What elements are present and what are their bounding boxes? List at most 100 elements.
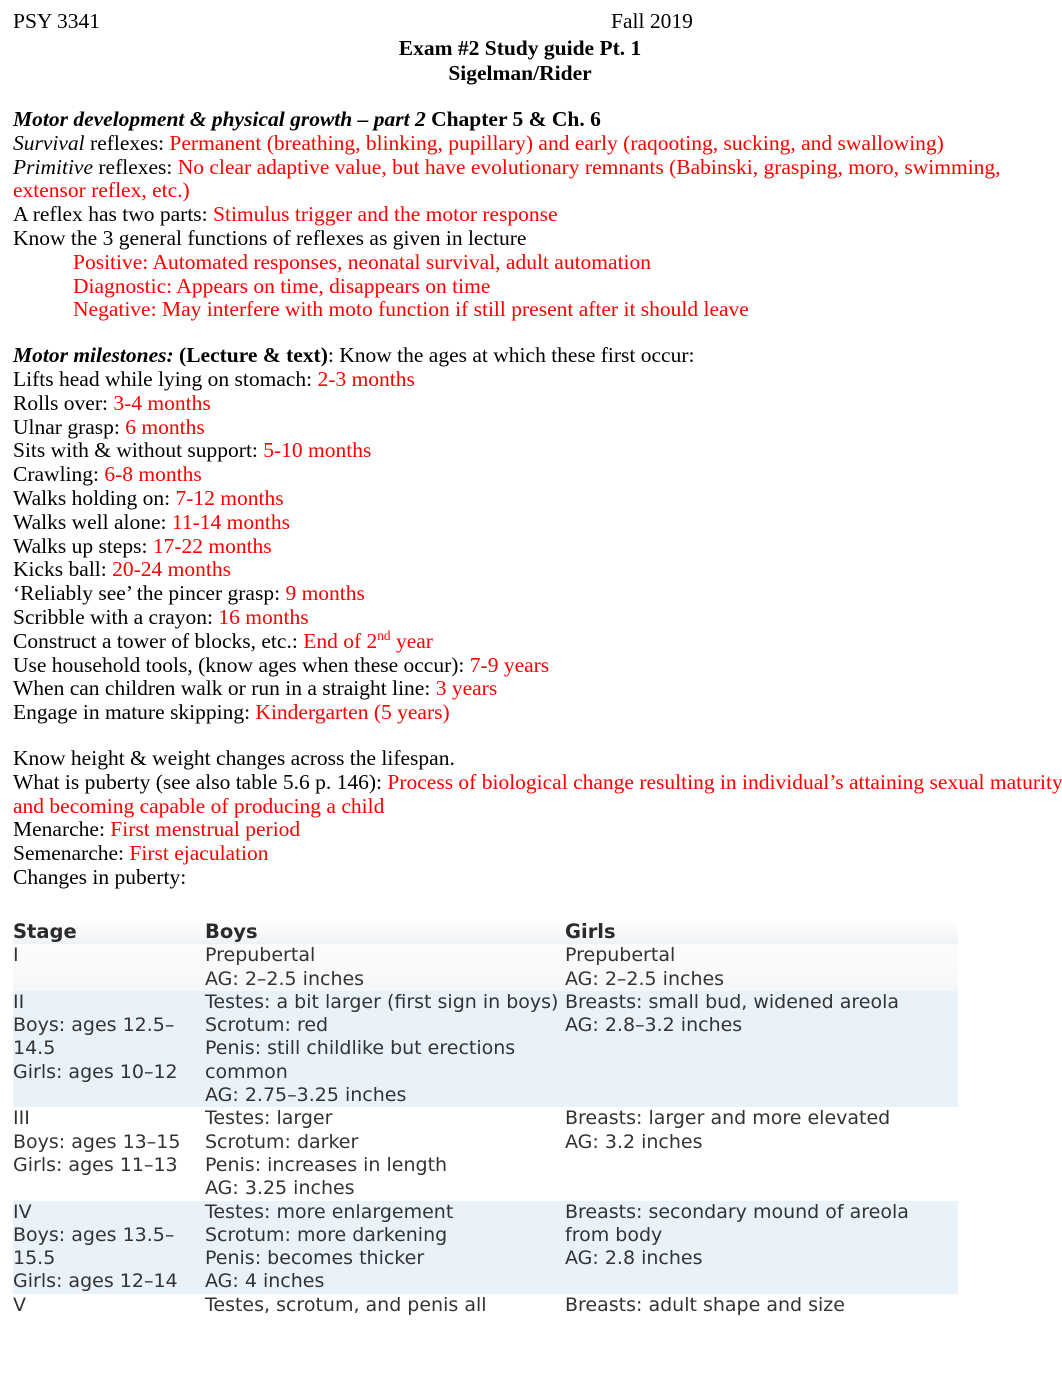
milestone-label: Ulnar grasp: (13, 414, 126, 439)
milestone-item: Ulnar grasp: 6 months (13, 414, 1062, 440)
title-line-2: Sigelman/Rider (448, 61, 592, 85)
height-weight-line: Know height & weight changes across the … (13, 745, 455, 770)
cell-boys: Testes, scrotum, and penis all (205, 1293, 487, 1316)
term-label: Fall 2019 (611, 9, 693, 33)
milestone-label: Sits with & without support: (13, 438, 264, 463)
survival-label-italic: Survival (13, 130, 85, 155)
milestones-heading-bold: (Lecture & text) (173, 343, 328, 368)
cell-boys: Testes: a bit larger (first sign in boys… (205, 990, 559, 1107)
milestone-answer: 5-10 months (263, 438, 372, 463)
milestone-answer: 3 years (435, 676, 498, 701)
milestone-label: Use household tools, (know ages when the… (13, 652, 470, 677)
milestone-item: Walks holding on: 7-12 months (13, 485, 1062, 511)
milestone-answer: 6 months (125, 414, 205, 439)
milestone-label: Walks holding on: (13, 485, 176, 510)
milestone-answer-superscript: nd (377, 627, 391, 643)
milestone-answer: 9 months (285, 581, 365, 606)
survival-label-rest: reflexes: (84, 130, 170, 155)
milestone-answer: 17-22 months (152, 533, 272, 558)
milestone-item: Sits with & without support: 5-10 months (13, 438, 1062, 463)
milestone-answer: End of 2 (303, 628, 378, 653)
milestone-label: Walks up steps: (13, 533, 153, 558)
table-row: V Testes, scrotum, and penis all Breasts… (13, 1293, 958, 1318)
milestone-item: Rolls over: 3-4 months (13, 390, 1062, 416)
milestone-answer: 2-3 months (317, 366, 415, 391)
milestone-label: Lifts head while lying on stomach: (13, 366, 318, 391)
primitive-label-italic: Primitive (13, 154, 94, 179)
two-parts-label: A reflex has two parts: (13, 202, 214, 227)
milestones-heading-rest: : Know the ages at which these first occ… (327, 343, 695, 368)
table-row: IV Boys: ages 13.5–15.5 Girls: ages 12–1… (13, 1200, 958, 1294)
milestone-label: Engage in mature skipping: (13, 700, 256, 725)
cell-boys: Testes: more enlargement Scrotum: more d… (205, 1200, 454, 1293)
motor-dev-heading-italic: Motor development & physical growth – pa… (13, 107, 426, 131)
milestone-label: Walks well alone: (13, 509, 172, 534)
document-title: Exam #2 Study guide Pt. 1 Sigelman/Rider (0, 36, 1040, 86)
title-line-1: Exam #2 Study guide Pt. 1 (398, 36, 642, 60)
primitive-label-rest: reflexes: (93, 154, 178, 179)
reflex-function-negative: Negative: May interfere with moto functi… (73, 297, 749, 322)
cell-boys: Testes: larger Scrotum: darker Penis: in… (205, 1107, 448, 1200)
milestone-item: Scribble with a crayon: 16 months (13, 604, 1062, 630)
cell-stage: III Boys: ages 13–15 Girls: ages 11–13 (13, 1107, 181, 1176)
milestone-label: Kicks ball: (13, 557, 113, 582)
semenarche-answer: First ejaculation (129, 841, 269, 866)
milestone-item: Construct a tower of blocks, etc.: End o… (13, 627, 1062, 654)
cell-boys: Prepubertal AG: 2–2.5 inches (205, 944, 365, 990)
survival-answer: Permanent (breathing, blinking, pupillar… (169, 130, 944, 155)
cell-girls: Breasts: small bud, widened areola AG: 2… (565, 990, 900, 1037)
cell-girls: Prepubertal AG: 2–2.5 inches (565, 944, 725, 990)
section-heading-motor-milestones: Motor milestones: (Lecture & text): Know… (13, 343, 1062, 368)
motor-dev-heading-rest: Chapter 5 & Ch. 6 (425, 107, 601, 131)
milestone-item: Lifts head while lying on stomach: 2-3 m… (13, 366, 1062, 392)
table-header-row: Stage Boys Girls (13, 920, 958, 945)
table-row: I Prepubertal AG: 2–2.5 inches Prepubert… (13, 944, 958, 991)
reflex-function-positive: Positive: Automated responses, neonatal … (73, 249, 652, 274)
what-is-puberty-line: What is puberty (see also table 5.6 p. 1… (13, 769, 1062, 819)
cell-stage: I (13, 944, 19, 967)
milestone-item: Kicks ball: 20-24 months (13, 557, 1062, 582)
survival-reflexes-line: Survival reflexes: Permanent (breathing,… (13, 130, 1062, 156)
milestone-label: Crawling: (13, 462, 105, 487)
milestone-answer: 16 months (218, 604, 309, 629)
cell-girls: Breasts: secondary mound of areola from … (565, 1200, 909, 1270)
milestone-label: When can children walk or run in a strai… (13, 676, 436, 701)
milestone-label: Construct a tower of blocks, etc.: (13, 628, 304, 653)
what-is-puberty-label: What is puberty (see also table 5.6 p. 1… (13, 769, 388, 794)
milestone-item: Use household tools, (know ages when the… (13, 652, 1062, 678)
cell-stage: IV Boys: ages 13.5–15.5 Girls: ages 12–1… (13, 1200, 178, 1293)
reflex-two-parts-line: A reflex has two parts: Stimulus trigger… (13, 202, 1062, 227)
section-heading-motor-development: Motor development & physical growth – pa… (13, 107, 1062, 132)
menarche-answer: First menstrual period (110, 817, 301, 842)
cell-girls: Breasts: larger and more elevated AG: 3.… (565, 1107, 891, 1153)
milestone-item: ‘Reliably see’ the pincer grasp: 9 month… (13, 581, 1062, 606)
milestone-answer: 7-12 months (175, 485, 284, 510)
milestone-item: Engage in mature skipping: Kindergarten … (13, 700, 1062, 725)
table-row: III Boys: ages 13–15 Girls: ages 11–13 T… (13, 1107, 958, 1201)
milestone-item: When can children walk or run in a strai… (13, 676, 1062, 701)
milestone-answer: 20-24 months (112, 557, 231, 582)
primitive-reflexes-line: Primitive reflexes: No clear adaptive va… (13, 154, 1062, 204)
semenarche-line: Semenarche: First ejaculation (13, 841, 1062, 866)
menarche-label: Menarche: (13, 817, 111, 842)
milestone-answer: 7-9 years (469, 652, 550, 677)
cell-stage: II Boys: ages 12.5–14.5 Girls: ages 10–1… (13, 990, 178, 1083)
milestone-answer: 6-8 months (104, 462, 202, 487)
semenarche-label: Semenarche: (13, 841, 130, 866)
milestone-item: Walks up steps: 17-22 months (13, 533, 1062, 559)
menarche-line: Menarche: First menstrual period (13, 817, 1062, 842)
running-header: PSY 3341 Fall 2019 (13, 0, 1062, 36)
milestone-item: Walks well alone: 11-14 months (13, 509, 1062, 535)
milestone-item: Crawling: 6-8 months (13, 462, 1062, 487)
table-row: II Boys: ages 12.5–14.5 Girls: ages 10–1… (13, 990, 958, 1108)
milestones-heading-italic: Motor milestones: (13, 343, 174, 368)
milestone-label: Rolls over: (13, 390, 114, 415)
milestone-answer: 3-4 months (113, 390, 211, 415)
column-header-boys: Boys (205, 920, 258, 943)
document-page: PSY 3341 Fall 2019 Exam #2 Study guide P… (0, 0, 1062, 1377)
column-header-stage: Stage (13, 920, 77, 943)
column-header-girls: Girls (565, 920, 616, 943)
course-code: PSY 3341 (13, 9, 101, 33)
